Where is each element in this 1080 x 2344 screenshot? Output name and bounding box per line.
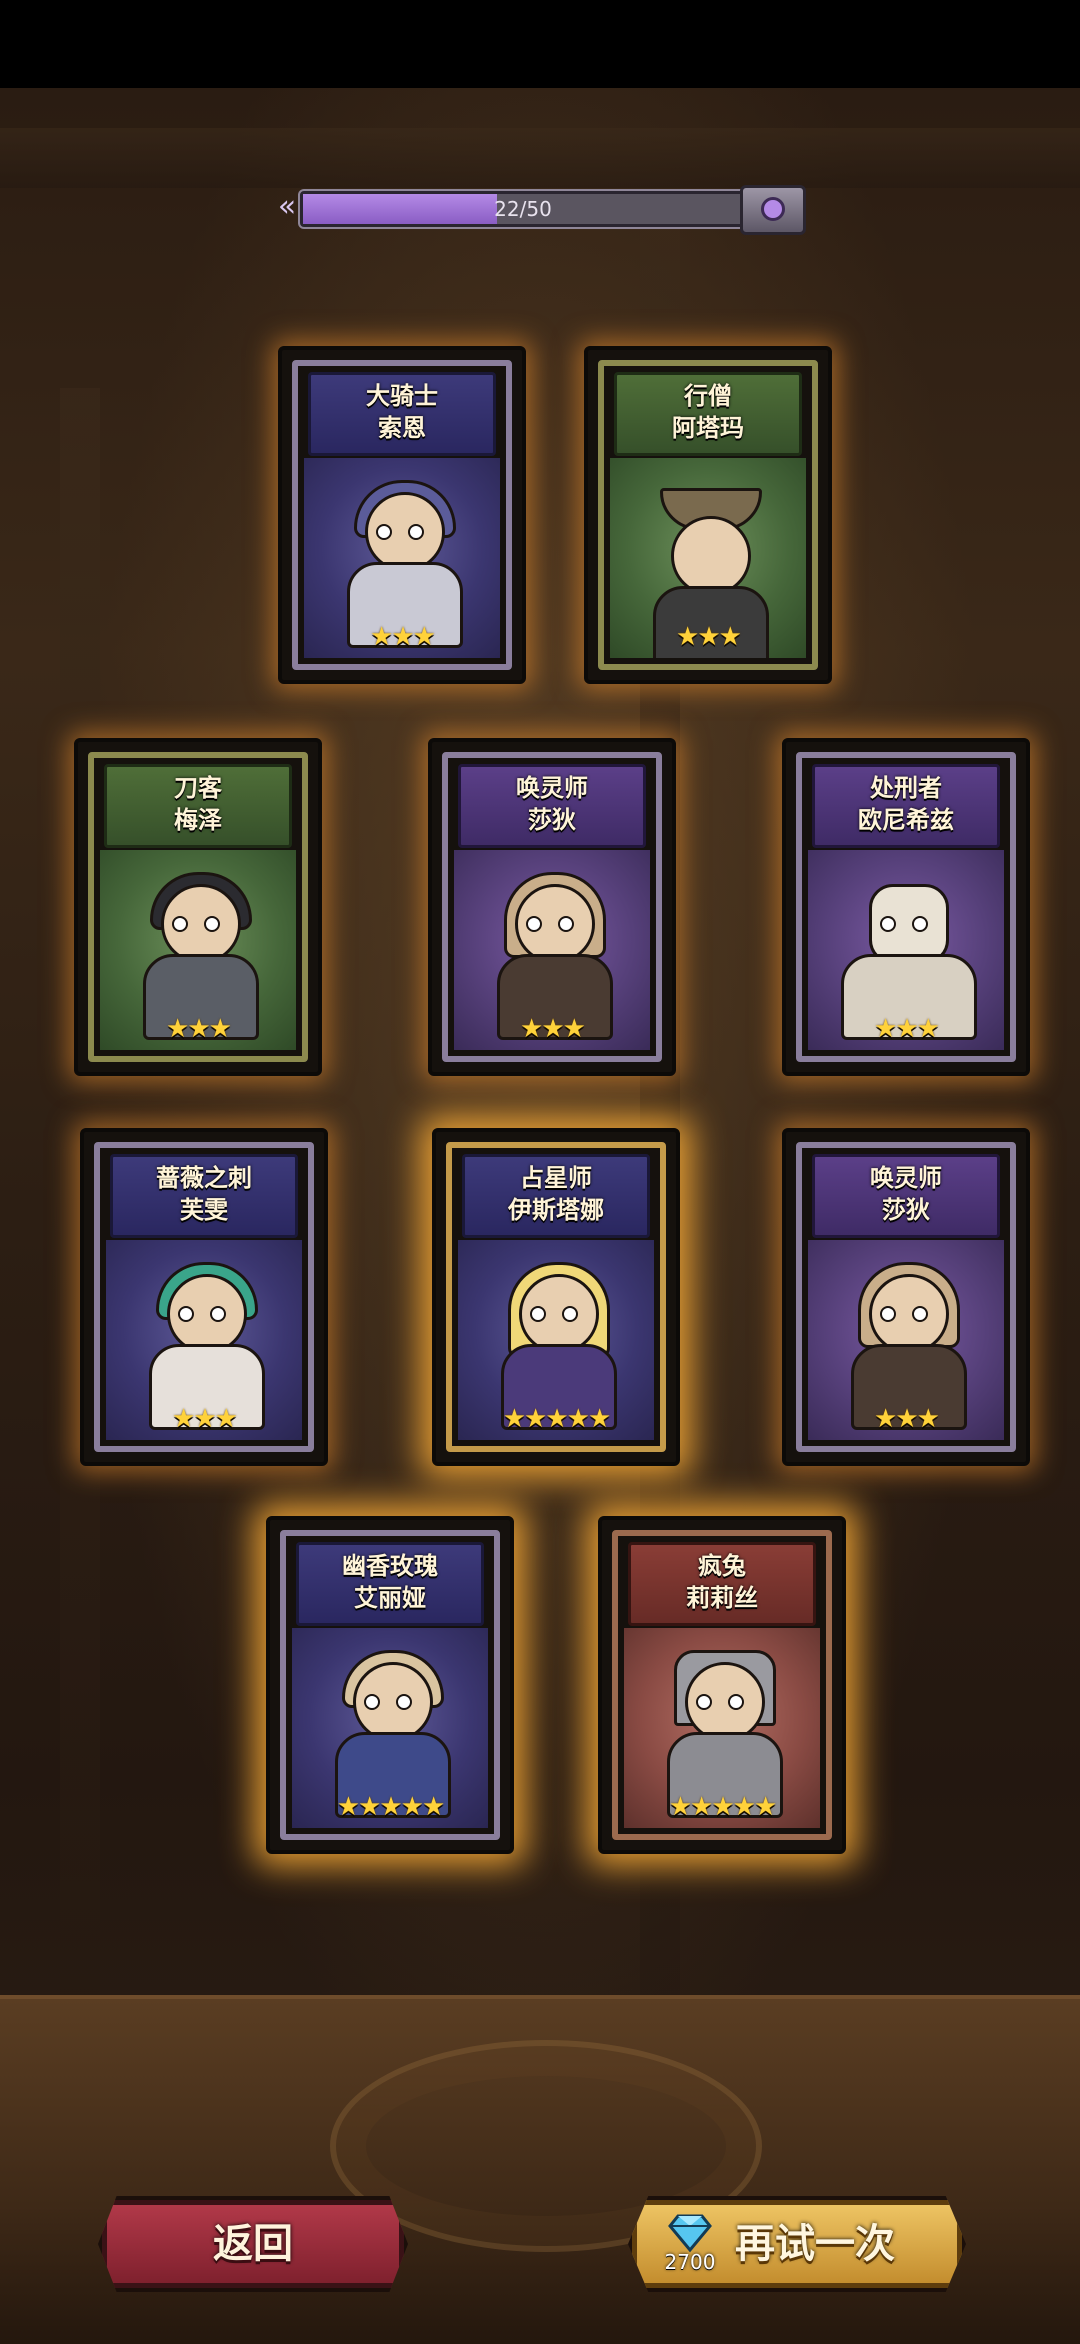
- hero-title: 占星师: [520, 1164, 592, 1192]
- hero-card[interactable]: 行僧 阿塔玛 ★★★: [584, 346, 832, 684]
- hero-title: 处刑者: [870, 774, 942, 802]
- star-rating: ★★★: [874, 1404, 940, 1434]
- back-button[interactable]: 返回: [98, 2196, 408, 2292]
- star-rating: ★★★: [676, 622, 742, 652]
- retry-button-label: 再试一次: [735, 2221, 895, 2267]
- hero-card[interactable]: 蔷薇之刺 芙雯 ★★★: [80, 1128, 328, 1466]
- hero-title: 行僧: [684, 382, 732, 410]
- hero-card[interactable]: 占星师 伊斯塔娜 ★★★★★: [432, 1128, 680, 1466]
- hero-name-banner: 唤灵师 莎狄: [458, 764, 646, 848]
- hero-title: 唤灵师: [870, 1164, 942, 1192]
- back-button-label: 返回: [213, 2221, 293, 2267]
- hero-card[interactable]: 唤灵师 莎狄 ★★★: [782, 1128, 1030, 1466]
- hero-name: 欧尼希兹: [858, 806, 954, 834]
- star-rating: ★★★: [370, 622, 436, 652]
- hero-name-banner: 唤灵师 莎狄: [812, 1154, 1000, 1238]
- hero-name-banner: 刀客 梅泽: [104, 764, 292, 848]
- hero-name-banner: 幽香玫瑰 艾丽娅: [296, 1542, 484, 1626]
- hero-title: 唤灵师: [516, 774, 588, 802]
- treasure-chest-icon[interactable]: [740, 185, 806, 235]
- hero-card[interactable]: 处刑者 欧尼希兹 ★★★: [782, 738, 1030, 1076]
- star-rating: ★★★: [874, 1014, 940, 1044]
- star-rating: ★★★: [520, 1014, 586, 1044]
- hero-name: 伊斯塔娜: [508, 1196, 604, 1224]
- hero-name: 梅泽: [174, 806, 222, 834]
- star-rating: ★★★★★: [336, 1792, 446, 1822]
- chest-gem: [761, 197, 785, 221]
- hero-name: 莎狄: [882, 1196, 930, 1224]
- hero-name: 芙雯: [180, 1196, 228, 1224]
- progress-label: 22/50: [494, 197, 552, 221]
- star-rating: ★★★: [166, 1014, 232, 1044]
- hero-card[interactable]: 幽香玫瑰 艾丽娅 ★★★★★: [266, 1516, 514, 1854]
- hero-name-banner: 占星师 伊斯塔娜: [462, 1154, 650, 1238]
- star-rating: ★★★★★: [502, 1404, 612, 1434]
- progress-track: 22/50: [300, 191, 746, 227]
- hero-name: 索恩: [378, 414, 426, 442]
- hero-title: 大骑士: [366, 382, 438, 410]
- hero-name: 阿塔玛: [672, 414, 744, 442]
- hero-title: 幽香玫瑰: [342, 1552, 438, 1580]
- hero-card[interactable]: 疯兔 莉莉丝 ★★★★★: [598, 1516, 846, 1854]
- hero-title: 疯兔: [698, 1552, 746, 1580]
- hero-name-banner: 蔷薇之刺 芙雯: [110, 1154, 298, 1238]
- hero-name: 艾丽娅: [354, 1584, 426, 1612]
- hero-card[interactable]: 唤灵师 莎狄 ★★★: [428, 738, 676, 1076]
- hero-title: 蔷薇之刺: [156, 1164, 252, 1192]
- retry-button[interactable]: 2700 再试一次: [628, 2196, 966, 2292]
- hero-title: 刀客: [174, 774, 222, 802]
- draw-progress-bar: « 22/50: [270, 185, 810, 235]
- hero-name-banner: 疯兔 莉莉丝: [628, 1542, 816, 1626]
- hero-name: 莉莉丝: [686, 1584, 758, 1612]
- ceiling-beam: [0, 128, 1080, 188]
- hero-name: 莎狄: [528, 806, 576, 834]
- hero-name-banner: 处刑者 欧尼希兹: [812, 764, 1000, 848]
- hero-name-banner: 行僧 阿塔玛: [614, 372, 802, 456]
- hero-card[interactable]: 刀客 梅泽 ★★★: [74, 738, 322, 1076]
- hero-name-banner: 大骑士 索恩: [308, 372, 496, 456]
- star-rating: ★★★: [172, 1404, 238, 1434]
- hero-card[interactable]: 大骑士 索恩 ★★★: [278, 346, 526, 684]
- star-rating: ★★★★★: [668, 1792, 778, 1822]
- double-chevron-left-icon: «: [277, 189, 297, 224]
